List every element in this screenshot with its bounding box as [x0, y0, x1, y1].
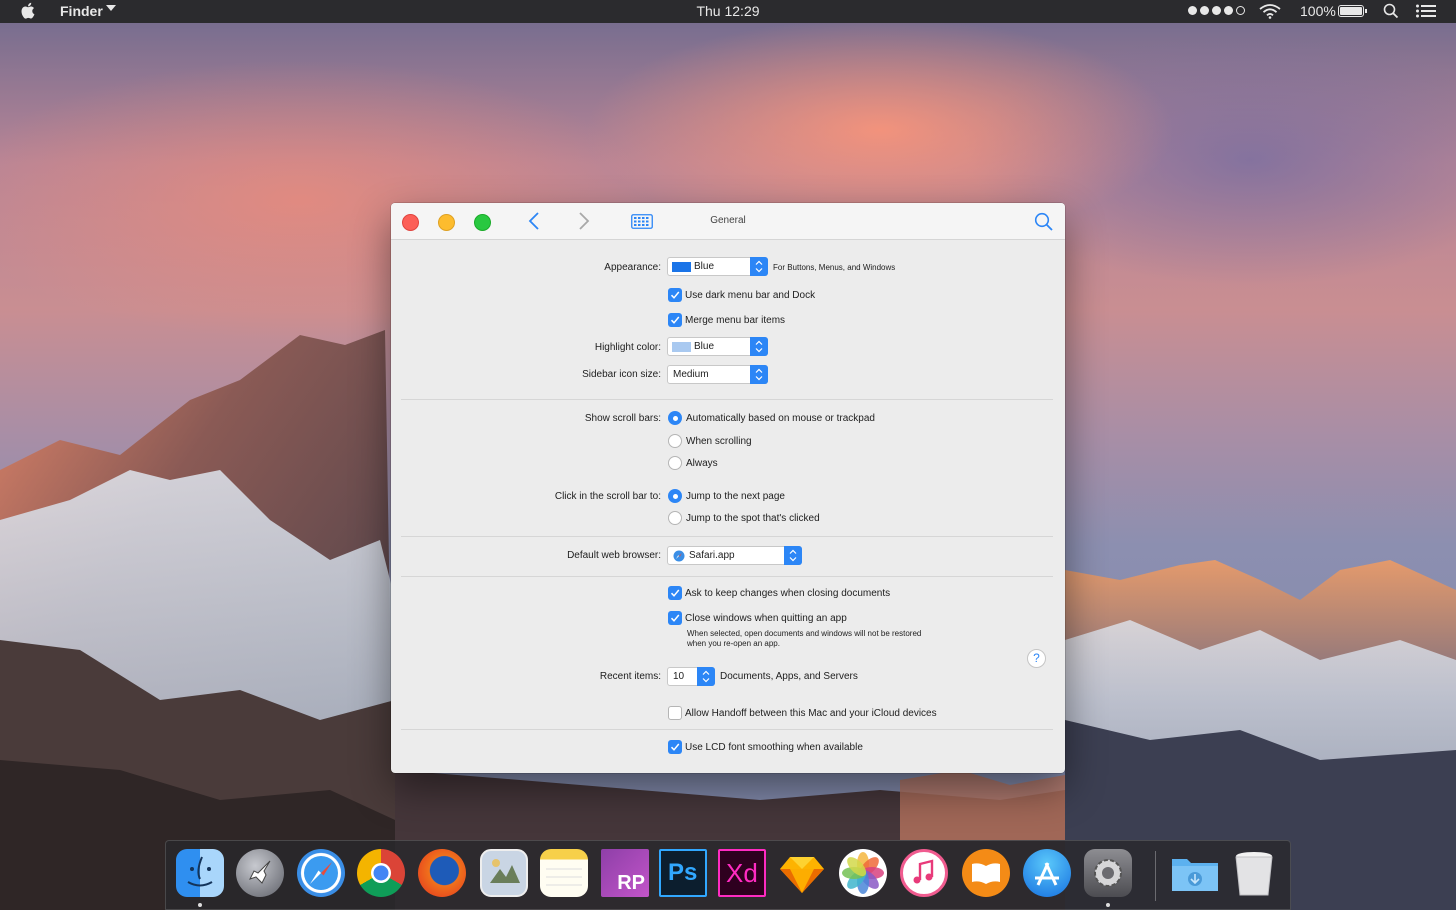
sidebar-size-label: Sidebar icon size:: [582, 369, 661, 380]
running-indicator: [1106, 903, 1110, 907]
signal-dot: [1188, 6, 1197, 15]
dark-menu-checkbox[interactable]: [668, 288, 682, 302]
firefox-icon[interactable]: [418, 849, 466, 897]
ask-keep-changes-checkbox[interactable]: [668, 586, 682, 600]
signal-dot: [1224, 6, 1233, 15]
safari-icon[interactable]: [297, 849, 345, 897]
notes-icon[interactable]: [540, 849, 588, 897]
select-stepper-icon: [697, 667, 715, 686]
launchpad-icon[interactable]: [236, 849, 284, 897]
finder-icon[interactable]: [176, 849, 224, 897]
jump-next-page-label: Jump to the next page: [686, 491, 785, 502]
photos-icon[interactable]: [839, 849, 887, 897]
handoff-label: Allow Handoff between this Mac and your …: [685, 708, 937, 719]
scroll-bars-label: Show scroll bars:: [584, 413, 661, 424]
photoshop-label: Ps: [668, 859, 698, 886]
select-stepper-icon: [750, 257, 768, 276]
scroll-auto-label: Automatically based on mouse or trackpad: [686, 413, 875, 424]
sketch-icon[interactable]: [778, 849, 826, 897]
ibooks-icon[interactable]: [962, 849, 1010, 897]
scroll-when-scrolling-label: When scrolling: [686, 436, 752, 447]
browser-label: Default web browser:: [567, 550, 661, 561]
system-preferences-icon[interactable]: [1084, 849, 1132, 897]
trash-icon[interactable]: [1232, 849, 1280, 897]
dock-separator: [1155, 851, 1156, 901]
select-stepper-icon: [750, 337, 768, 356]
signal-strength-icon[interactable]: [1188, 6, 1245, 15]
itunes-icon[interactable]: [900, 849, 948, 897]
help-button[interactable]: ?: [1027, 649, 1046, 668]
ask-keep-changes-label: Ask to keep changes when closing documen…: [685, 588, 891, 599]
recent-items-label: Recent items:: [599, 671, 661, 682]
app-store-icon[interactable]: [1023, 849, 1071, 897]
window-title: General: [710, 215, 746, 226]
scroll-always-radio[interactable]: [668, 456, 682, 470]
jump-next-page-radio[interactable]: [668, 489, 682, 503]
section-divider: [401, 576, 1053, 577]
dock: RP Ps Xd: [165, 840, 1291, 910]
appearance-label: Appearance:: [604, 262, 661, 273]
dark-menu-label: Use dark menu bar and Dock: [685, 290, 816, 301]
preview-icon[interactable]: [480, 849, 528, 897]
xd-label: Xd: [726, 858, 758, 888]
battery-icon[interactable]: [1338, 5, 1367, 17]
general-preferences-window: General Appearance: Blue For Buttons, Me…: [391, 203, 1065, 773]
running-indicator: [198, 903, 202, 907]
close-windows-note-line1: When selected, open documents and window…: [687, 629, 922, 638]
signal-dot: [1212, 6, 1221, 15]
scroll-auto-radio[interactable]: [668, 411, 682, 425]
click-scroll-label: Click in the scroll bar to:: [554, 491, 661, 502]
axure-label: RP: [617, 872, 645, 894]
sidebar-icon-size-select[interactable]: Medium: [667, 365, 768, 384]
search-icon[interactable]: [1034, 212, 1054, 235]
appearance-note: For Buttons, Menus, and Windows: [773, 263, 896, 272]
merge-menu-checkbox[interactable]: [668, 313, 682, 327]
recent-items-suffix: Documents, Apps, and Servers: [720, 671, 858, 682]
lcd-smoothing-label: Use LCD font smoothing when available: [685, 742, 863, 753]
menu-bar: Finder Thu 12:29 100%: [0, 0, 1456, 23]
handoff-checkbox[interactable]: [668, 706, 682, 720]
chrome-icon[interactable]: [357, 849, 405, 897]
select-stepper-icon: [750, 365, 768, 384]
lcd-smoothing-checkbox[interactable]: [668, 740, 682, 754]
select-stepper-icon: [784, 546, 802, 565]
sidebar-size-value: Medium: [673, 369, 709, 380]
notification-center-icon[interactable]: [1416, 4, 1436, 21]
section-divider: [401, 729, 1053, 730]
scroll-when-scrolling-radio[interactable]: [668, 434, 682, 448]
recent-items-value: 10: [673, 671, 685, 682]
wifi-icon[interactable]: [1259, 3, 1281, 22]
close-windows-checkbox[interactable]: [668, 611, 682, 625]
section-divider: [401, 536, 1053, 537]
appearance-select[interactable]: Blue: [667, 257, 768, 276]
highlight-value: Blue: [694, 341, 715, 352]
safari-small-icon: [673, 550, 685, 568]
appearance-value: Blue: [694, 261, 715, 272]
window-toolbar: General: [391, 203, 1065, 240]
downloads-folder-icon[interactable]: [1169, 849, 1218, 897]
section-divider: [401, 399, 1053, 400]
highlight-color-select[interactable]: Blue: [667, 337, 768, 356]
close-windows-note-line2: when you re-open an app.: [687, 639, 780, 648]
jump-spot-label: Jump to the spot that's clicked: [686, 513, 820, 524]
close-windows-label: Close windows when quitting an app: [685, 613, 847, 624]
default-browser-select[interactable]: Safari.app: [667, 546, 802, 565]
jump-spot-radio[interactable]: [668, 511, 682, 525]
battery-percent[interactable]: 100%: [1300, 3, 1336, 19]
photoshop-icon[interactable]: Ps: [659, 849, 707, 897]
axure-icon[interactable]: RP: [601, 849, 649, 897]
browser-value: Safari.app: [689, 550, 735, 561]
spotlight-search-icon[interactable]: [1383, 3, 1399, 22]
highlight-swatch: [672, 342, 691, 352]
highlight-label: Highlight color:: [594, 342, 661, 353]
signal-dot-empty: [1236, 6, 1245, 15]
scroll-always-label: Always: [686, 458, 718, 469]
signal-dot: [1200, 6, 1209, 15]
merge-menu-label: Merge menu bar items: [685, 315, 786, 326]
appearance-swatch: [672, 262, 691, 272]
xd-icon[interactable]: Xd: [718, 849, 766, 897]
recent-items-stepper[interactable]: 10: [667, 667, 715, 686]
